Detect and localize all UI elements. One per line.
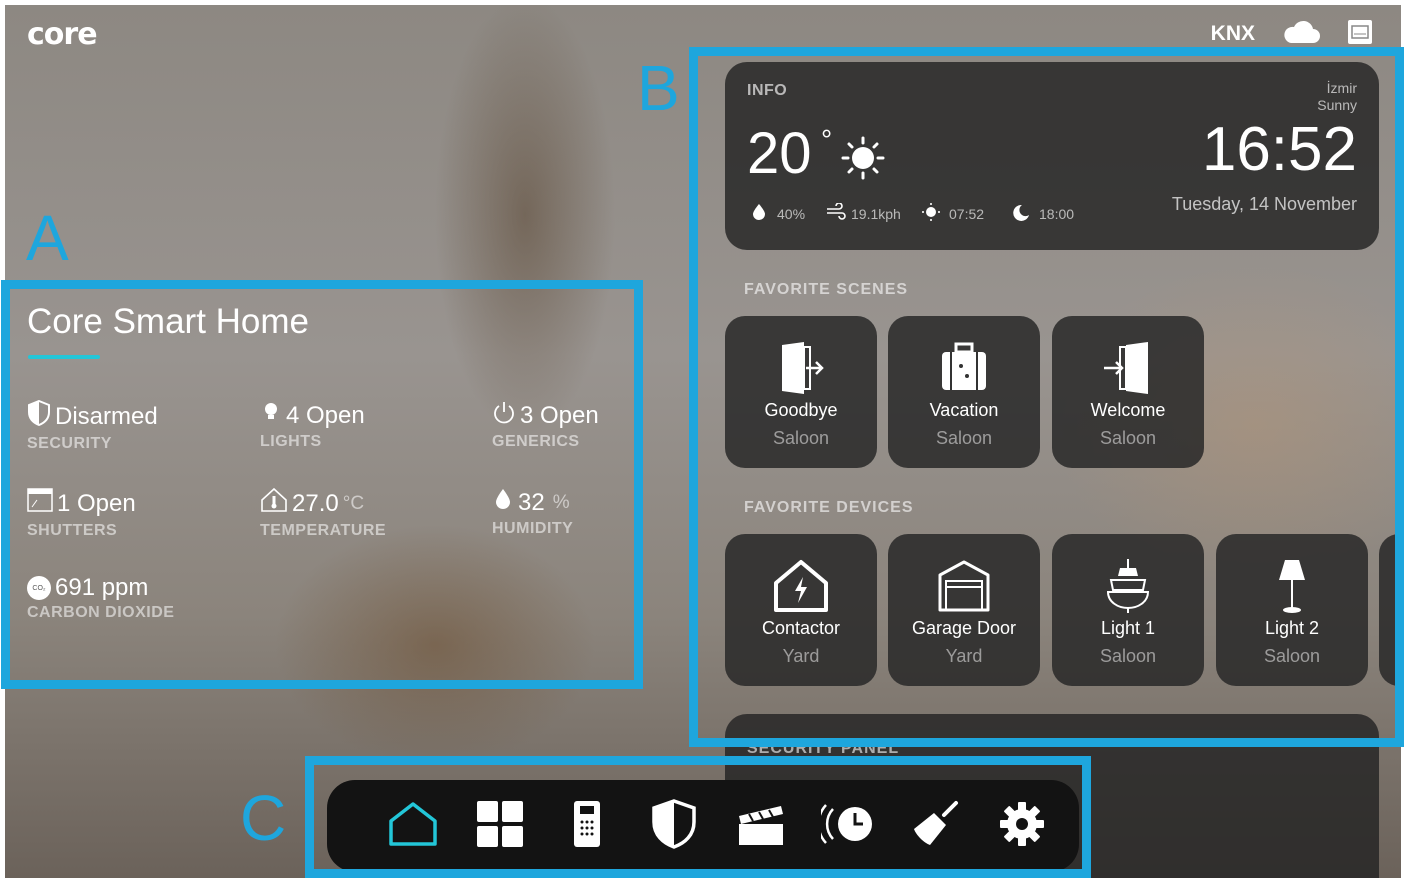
core-logo: core (27, 17, 98, 52)
knx-label: KNX (1210, 22, 1255, 45)
annotation-label-b: B (637, 52, 680, 124)
status-bar: KNX (1211, 19, 1373, 49)
annotation-label-a: A (26, 202, 69, 274)
annotation-label-c: C (240, 782, 287, 854)
annotation-box-c (305, 756, 1091, 878)
cloud-icon[interactable] (1281, 19, 1321, 49)
annotation-box-a (1, 280, 643, 689)
screen-icon[interactable] (1347, 19, 1373, 49)
annotation-box-b (689, 47, 1404, 747)
